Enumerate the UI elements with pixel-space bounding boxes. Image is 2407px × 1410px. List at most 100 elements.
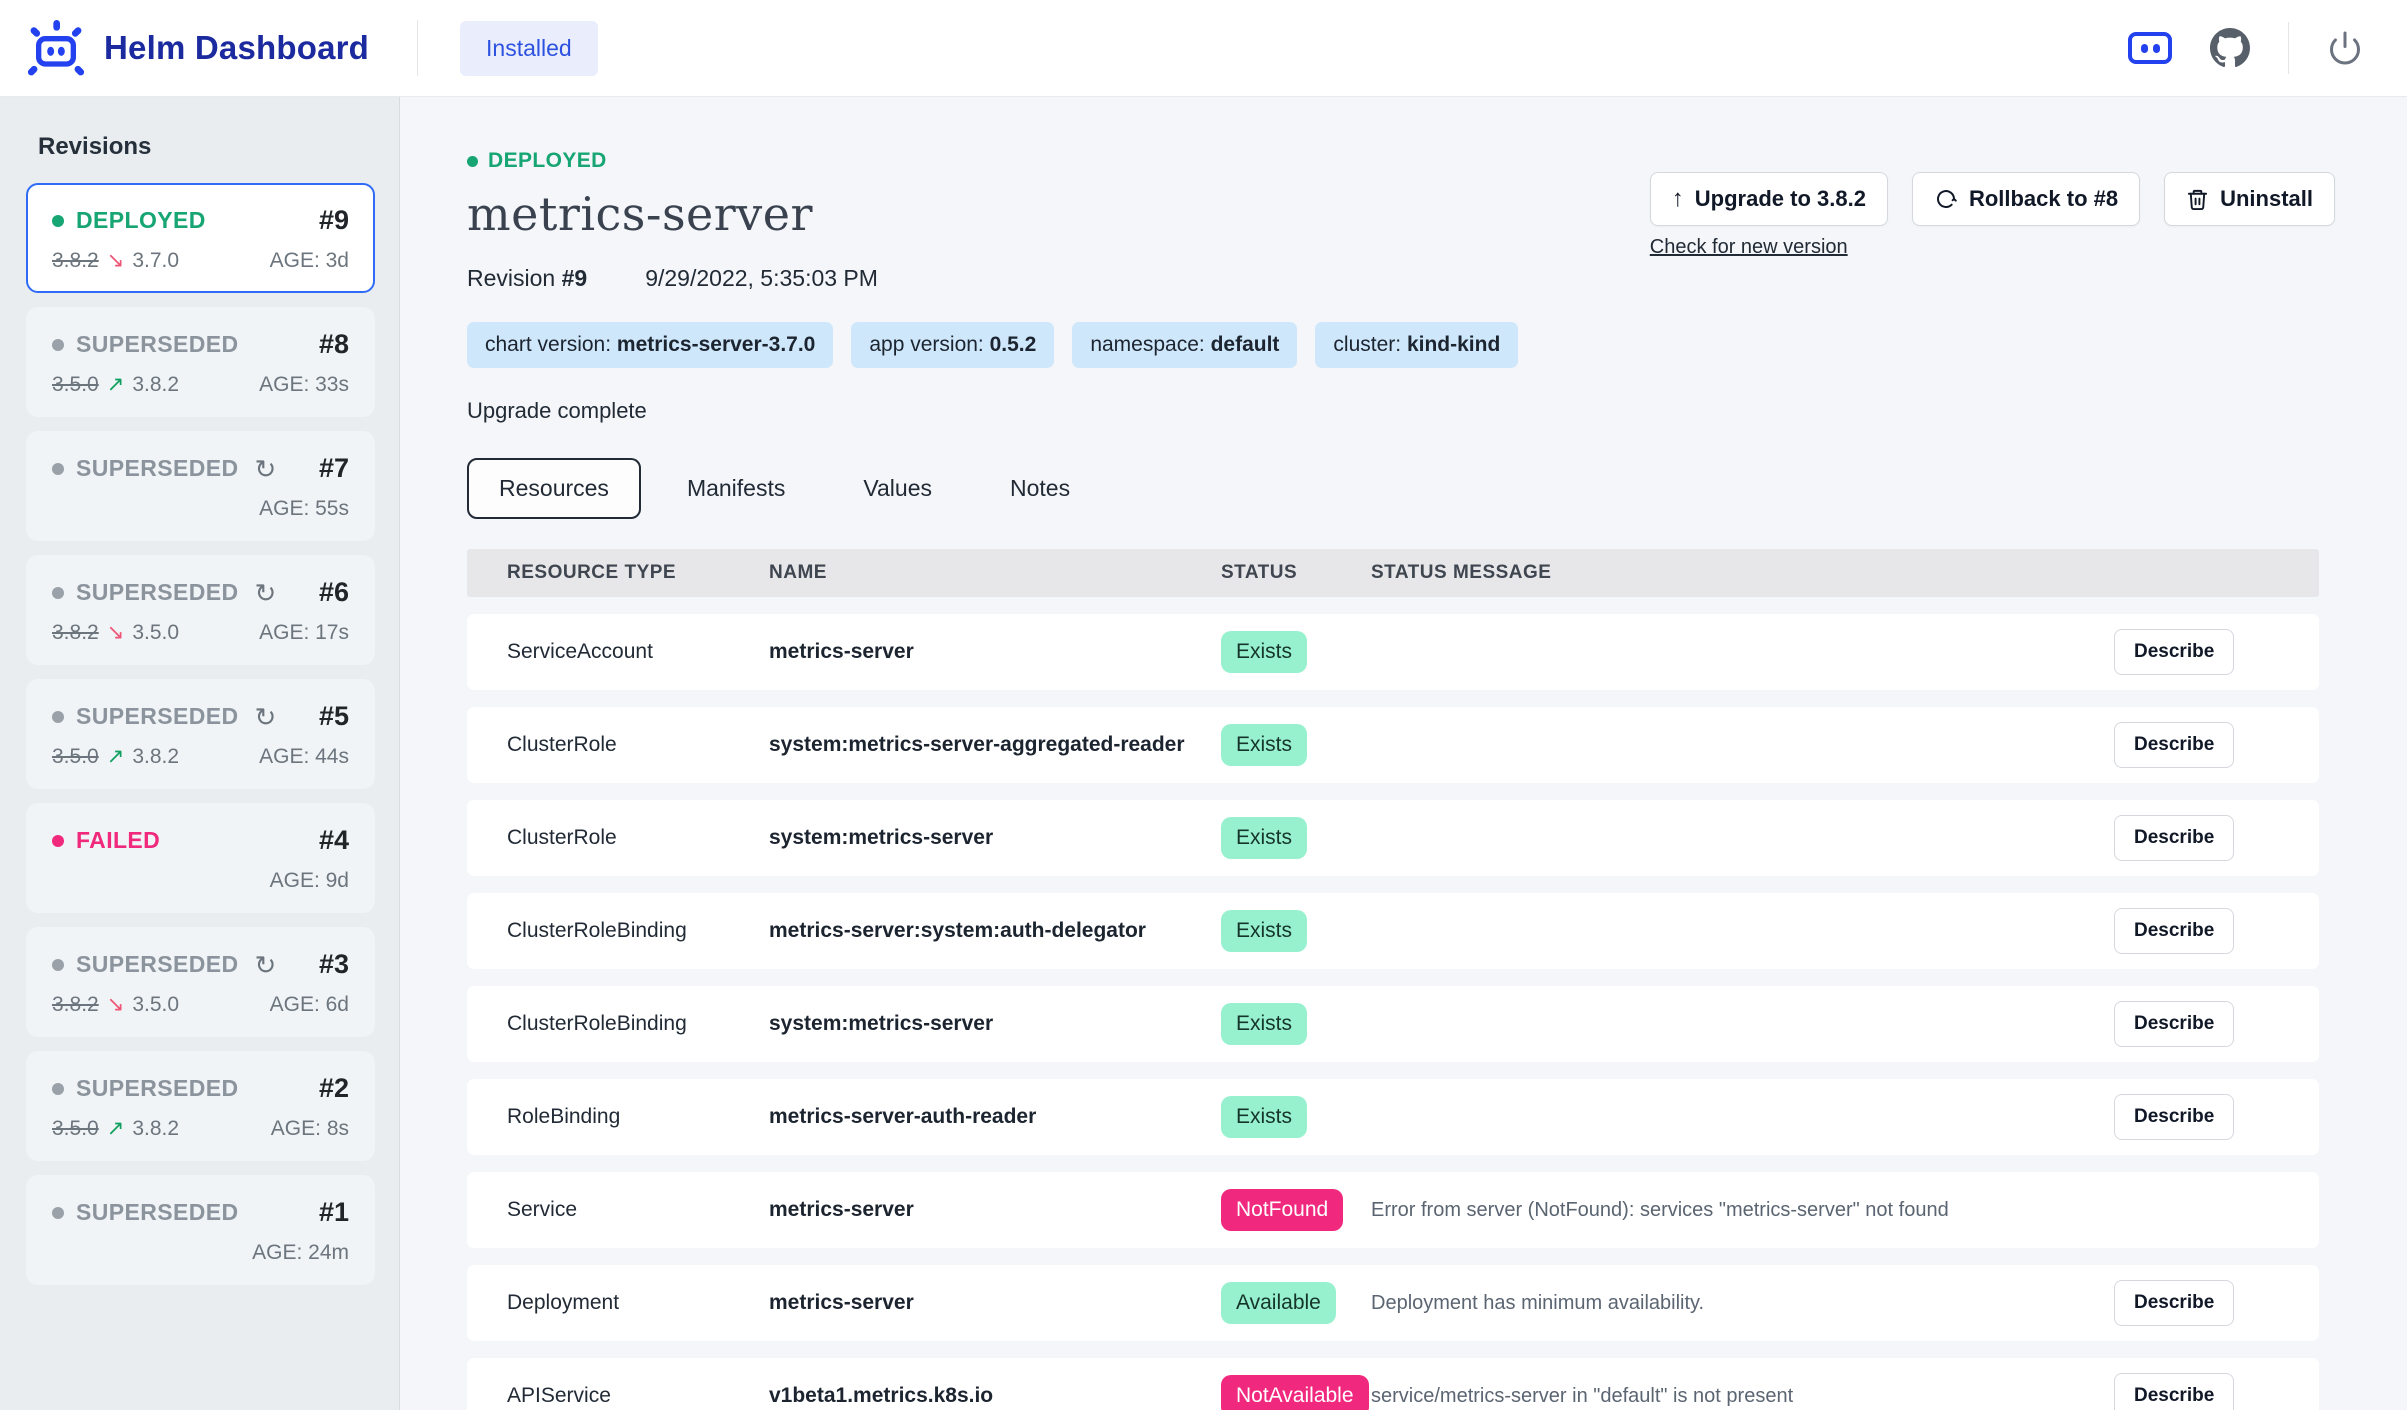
version-change: 3.8.2 ↘ 3.5.0 (52, 992, 179, 1017)
version-change: 3.5.0↗3.8.2 (52, 744, 179, 769)
chip-value: kind-kind (1407, 333, 1500, 356)
up-arrow-icon: ↑ (1672, 187, 1684, 211)
describe-button[interactable]: Describe (2114, 722, 2234, 768)
revision-card-bottom: AGE: 24m (52, 1241, 349, 1265)
version-change: 3.8.2↘3.7.0 (52, 248, 179, 273)
version-change: 3.5.0↗3.8.2 (52, 372, 179, 397)
revision-card-top: SUPERSEDED#8 (52, 329, 349, 360)
revision-card[interactable]: SUPERSEDED#8 3.5.0↗3.8.2 AGE: 33s (26, 307, 375, 417)
revision-status-label: SUPERSEDED (76, 1199, 238, 1226)
rollback-to-revision-icon: ↻ (254, 580, 276, 606)
revision-number: #9 (319, 205, 349, 236)
describe-button[interactable]: Describe (2114, 815, 2234, 861)
revision-age: AGE: 8s (271, 1117, 349, 1141)
revision-card[interactable]: DEPLOYED#93.8.2↘3.7.0AGE: 3d (26, 183, 375, 293)
describe-button[interactable]: Describe (2114, 1280, 2234, 1326)
revision-number: #9 (562, 265, 588, 291)
status-badge: Available (1221, 1282, 1336, 1324)
nav-tab-installed[interactable]: Installed (460, 21, 598, 76)
revision-status-label: SUPERSEDED (76, 703, 238, 730)
revision-age: AGE: 17s (259, 621, 349, 645)
describe-button[interactable]: Describe (2114, 1094, 2234, 1140)
revision-card-top: SUPERSEDED↻#5 (52, 701, 349, 732)
describe-button[interactable]: Describe (2114, 629, 2234, 675)
resource-type-cell: ClusterRoleBinding (467, 1012, 769, 1036)
revision-card[interactable]: SUPERSEDED #1 AGE: 24m (26, 1175, 375, 1285)
revision-card-top: SUPERSEDED↻#7 (52, 453, 349, 484)
tab-values[interactable]: Values (831, 458, 964, 519)
new-version: 3.8.2 (132, 1117, 179, 1141)
status-badge: Exists (1221, 1096, 1307, 1138)
new-version: 3.5.0 (132, 993, 179, 1017)
new-version: 3.7.0 (132, 249, 179, 273)
revision-status-dot (52, 215, 64, 227)
uninstall-button[interactable]: Uninstall (2164, 172, 2335, 226)
revision-card[interactable]: SUPERSEDED↻#5 3.5.0↗3.8.2 AGE: 44s (26, 679, 375, 789)
tab-notes[interactable]: Notes (978, 458, 1102, 519)
resource-type-cell: ClusterRoleBinding (467, 919, 769, 943)
table-row: APIServicev1beta1.metrics.k8s.ioNotAvail… (467, 1358, 2319, 1410)
main-panel: DEPLOYED metrics-server Revision #9 9/29… (401, 97, 2407, 1410)
table-body: ServiceAccountmetrics-serverExistsDescri… (467, 614, 2319, 1410)
revision-card[interactable]: SUPERSEDED↻#63.8.2↘3.5.0AGE: 17s (26, 555, 375, 665)
resource-name-cell: system:metrics-server (769, 826, 1221, 850)
release-status-label: DEPLOYED (488, 149, 607, 173)
revision-age: AGE: 44s (259, 745, 349, 769)
revision-age: AGE: 33s (259, 373, 349, 397)
github-icon[interactable] (2210, 28, 2250, 68)
row-actions-cell: Describe (2114, 1094, 2319, 1140)
row-actions-cell: Describe (2114, 1373, 2319, 1410)
trash-icon (2186, 188, 2209, 211)
upgrade-arrow-icon: ↗ (107, 744, 125, 769)
revision-status-label: DEPLOYED (76, 207, 206, 234)
rollback-button[interactable]: Rollback to #8 (1912, 172, 2140, 226)
status-badge: NotAvailable (1221, 1375, 1369, 1410)
status-badge: NotFound (1221, 1189, 1343, 1231)
resource-name-cell: metrics-server (769, 640, 1221, 664)
resource-name-cell: metrics-server (769, 1198, 1221, 1222)
revision-card-top: SUPERSEDED#2 (52, 1073, 349, 1104)
revision-status-dot (52, 587, 64, 599)
status-cell: Exists (1221, 1003, 1371, 1045)
check-new-version-link[interactable]: Check for new version (1650, 236, 1848, 259)
revision-age: AGE: 9d (270, 869, 349, 893)
revision-card[interactable]: SUPERSEDED↻#33.8.2↘3.5.0AGE: 6d (26, 927, 375, 1037)
revision-status: SUPERSEDED↻ (52, 455, 277, 482)
chip-value: metrics-server-3.7.0 (617, 333, 815, 356)
revision-status: SUPERSEDED↻ (52, 579, 277, 606)
revision-status: DEPLOYED (52, 207, 206, 234)
revision-status: FAILED (52, 827, 160, 854)
status-dot (467, 156, 478, 167)
resource-name-cell: system:metrics-server-aggregated-reader (769, 733, 1221, 757)
info-chip: app version: 0.5.2 (851, 322, 1054, 368)
col-name: NAME (769, 562, 1221, 584)
revision-status: SUPERSEDED↻ (52, 703, 277, 730)
rollback-to-revision-icon: ↻ (254, 952, 276, 978)
tab-resources[interactable]: Resources (467, 458, 641, 519)
resource-type-cell: ServiceAccount (467, 640, 769, 664)
revision-number: #1 (319, 1197, 349, 1228)
tab-manifests[interactable]: Manifests (655, 458, 817, 519)
upgrade-button[interactable]: ↑ Upgrade to 3.8.2 (1650, 172, 1888, 226)
release-status: DEPLOYED (467, 149, 2335, 173)
revision-status: SUPERSEDED (52, 331, 238, 358)
row-actions-cell: Describe (2114, 1280, 2319, 1326)
col-status-message: STATUS MESSAGE (1371, 562, 2114, 584)
icons-divider (2288, 22, 2289, 74)
downgrade-arrow-icon: ↘ (107, 992, 125, 1017)
old-version: 3.8.2 (52, 993, 99, 1017)
resource-name-cell: metrics-server:system:auth-delegator (769, 919, 1221, 943)
resource-name-cell: system:metrics-server (769, 1012, 1221, 1036)
describe-button[interactable]: Describe (2114, 908, 2234, 954)
helm-dashboard-logo-robot-icon (24, 16, 88, 80)
power-icon[interactable] (2327, 30, 2363, 66)
revision-card[interactable]: SUPERSEDED#23.5.0↗3.8.2AGE: 8s (26, 1051, 375, 1161)
revision-card[interactable]: FAILED#4AGE: 9d (26, 803, 375, 913)
status-cell: NotFound (1221, 1189, 1371, 1231)
revision-card[interactable]: SUPERSEDED↻#7AGE: 55s (26, 431, 375, 541)
dashboard-panel-icon[interactable] (2128, 32, 2172, 64)
row-actions-cell: Describe (2114, 629, 2319, 675)
describe-button[interactable]: Describe (2114, 1373, 2234, 1410)
describe-button[interactable]: Describe (2114, 1001, 2234, 1047)
status-cell: Exists (1221, 724, 1371, 766)
